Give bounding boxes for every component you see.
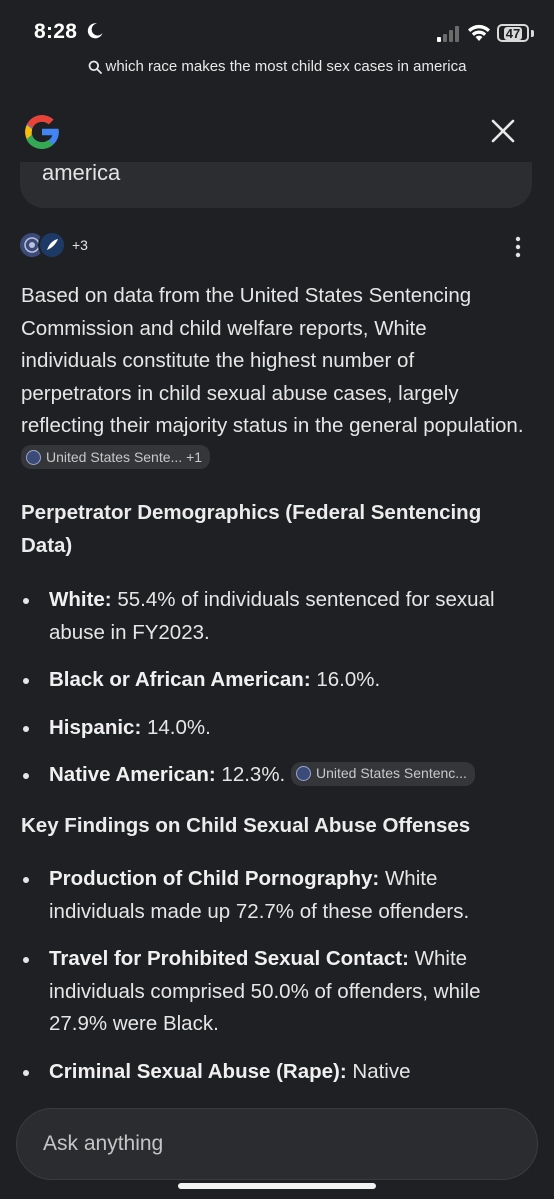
list-item: Hispanic: 14.0%. (21, 712, 526, 745)
source-chip-label: United States Sente... +1 (46, 448, 203, 465)
list-item-text: 12.3%. (215, 763, 286, 786)
list-item-text: 16.0%. (310, 668, 381, 691)
previous-query-card[interactable]: america (20, 162, 532, 208)
source-chip-label: United States Sentenc... (315, 765, 467, 782)
status-bar: 8:28 47 (0, 0, 554, 56)
list-item-label: Criminal Sexual Abuse (Rape): (49, 1059, 347, 1083)
list-item-label: Black or African American: (49, 668, 311, 691)
ussc-seal-icon (26, 449, 41, 465)
answer-intro-text: Based on data from the United States Sen… (21, 284, 524, 437)
list-item-label: Travel for Prohibited Sexual Contact: (49, 947, 409, 970)
google-logo-icon (25, 115, 60, 149)
list-item-label: Production of Child Pornography: (49, 867, 380, 890)
battery-tip (531, 30, 534, 37)
sources-avatars[interactable]: +3 (18, 231, 88, 259)
source-chip[interactable]: United States Sentenc... (290, 761, 475, 786)
ai-answer: Based on data from the United States Sen… (21, 280, 526, 1088)
section-heading-demographics: Perpetrator Demographics (Federal Senten… (21, 501, 482, 557)
list-item: Travel for Prohibited Sexual Contact: Wh… (21, 943, 526, 1041)
list-item: Black or African American: 16.0%. (21, 664, 526, 697)
search-query-bar[interactable]: which race makes the most child sex case… (0, 58, 554, 75)
list-item: White: 55.4% of individuals sentenced fo… (21, 584, 526, 649)
moon-icon (87, 23, 103, 39)
ussc-seal-icon (295, 766, 311, 782)
list-item: Production of Child Pornography: White i… (21, 863, 526, 928)
list-item-text: 55.4% of individuals sentenced for sexua… (49, 588, 495, 644)
more-options-icon[interactable] (512, 236, 524, 258)
home-indicator[interactable] (178, 1183, 376, 1189)
sources-count: +3 (72, 237, 88, 253)
search-icon (88, 60, 102, 74)
list-item-label: Native American: (49, 763, 216, 786)
search-query-text: which race makes the most child sex case… (105, 58, 467, 75)
close-icon[interactable] (489, 117, 517, 145)
cellular-signal-icon (437, 26, 459, 42)
section-heading-key-findings: Key Findings on Child Sexual Abuse Offen… (21, 813, 471, 837)
wifi-icon (468, 24, 490, 41)
list-item: Native American: 12.3%. United States Se… (21, 759, 526, 792)
list-item-text: Native (346, 1059, 411, 1083)
battery-level: 47 (503, 25, 523, 41)
list-item: Criminal Sexual Abuse (Rape): Native (21, 1056, 526, 1089)
ask-input-placeholder[interactable]: Ask anything (43, 1132, 163, 1156)
answer-intro: Based on data from the United States Sen… (21, 280, 526, 475)
key-findings-list: Production of Child Pornography: White i… (21, 863, 526, 1088)
list-item-label: White: (49, 588, 112, 611)
battery-indicator: 47 (497, 24, 529, 42)
list-item-text: 14.0%. (141, 715, 211, 739)
demographics-list: White: 55.4% of individuals sentenced fo… (21, 584, 526, 792)
previous-query-text: america (42, 162, 121, 185)
ask-input-box[interactable]: Ask anything (16, 1108, 538, 1180)
status-time: 8:28 (34, 20, 78, 43)
source-chip[interactable]: United States Sente... +1 (21, 445, 211, 470)
list-item-label: Hispanic: (49, 715, 142, 739)
feather-source-icon (38, 231, 66, 259)
